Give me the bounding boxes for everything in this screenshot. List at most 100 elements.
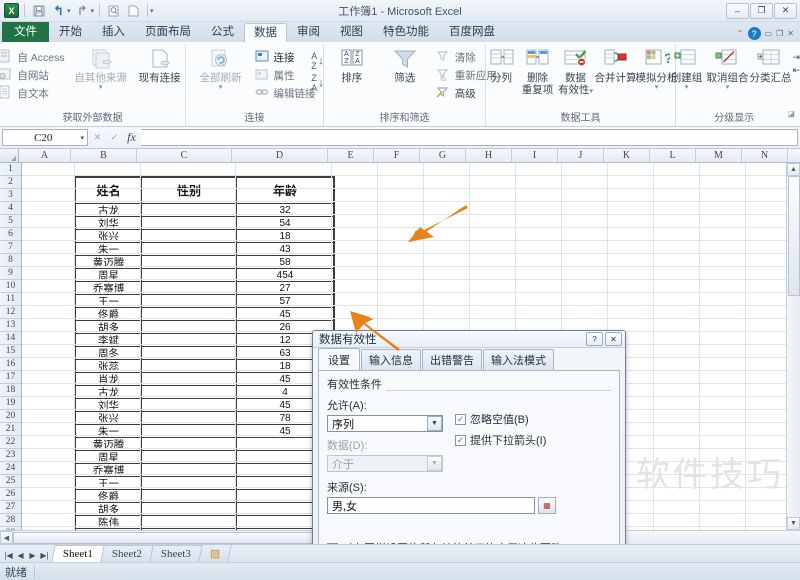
ribbon-close-icon[interactable]: ✕ <box>787 29 794 38</box>
ribbon-restore-icon[interactable]: ❐ <box>776 29 783 38</box>
ribbon-restore-down-icon[interactable]: ▭ <box>765 29 773 38</box>
table-cell-gender[interactable] <box>142 308 237 321</box>
table-row[interactable]: 朱一 45 <box>76 425 333 438</box>
table-cell-gender[interactable] <box>142 204 237 217</box>
dialog-launcher-icon[interactable]: ◪ <box>787 109 795 118</box>
ribbon-tab-data[interactable]: 数据 <box>244 23 287 43</box>
first-sheet-button[interactable]: |◀ <box>3 551 14 560</box>
row-header-23[interactable]: 23 <box>0 449 21 462</box>
row-header-27[interactable]: 27 <box>0 501 21 514</box>
table-cell-gender[interactable] <box>142 451 237 464</box>
table-cell-name[interactable]: 朱一 <box>76 243 142 256</box>
table-cell-age[interactable]: 32 <box>237 204 333 217</box>
column-header-J[interactable]: J <box>558 149 604 162</box>
vertical-scroll-thumb[interactable] <box>787 176 800 296</box>
table-cell-name[interactable]: 王一 <box>76 295 142 308</box>
sheet-tab-sheet2[interactable]: Sheet2 <box>100 545 154 562</box>
table-cell-gender[interactable] <box>142 529 237 530</box>
table-row[interactable]: 张蕊 18 <box>76 360 333 373</box>
row-header-28[interactable]: 28 <box>0 514 21 527</box>
row-header-6[interactable]: 6 <box>0 228 21 241</box>
sort-button[interactable]: AZZA 排序 <box>327 48 377 84</box>
data-table[interactable]: 姓名 性别 年龄 古龙 32 刘华 54 张兴 18 朱一 43 黄迈腾 58 周星 454 乔赛博 27 王一 5… <box>74 176 335 530</box>
column-header-D[interactable]: D <box>232 149 328 162</box>
table-row[interactable]: 周星 454 <box>76 269 333 282</box>
properties-button[interactable]: 属性 <box>254 67 317 83</box>
prev-sheet-button[interactable]: ◀ <box>15 551 26 560</box>
table-cell-gender[interactable] <box>142 516 237 529</box>
table-cell-gender[interactable] <box>142 464 237 477</box>
sort-ascending-button[interactable]: A Z ↓ <box>311 51 324 71</box>
table-row[interactable]: 古龙 4 <box>76 386 333 399</box>
table-cell-age[interactable]: 54 <box>237 217 333 230</box>
table-cell-gender[interactable] <box>142 230 237 243</box>
dialog-help-button[interactable]: ? <box>586 332 603 346</box>
table-row[interactable]: 张兴 78 <box>76 412 333 425</box>
save-icon[interactable] <box>30 2 47 19</box>
filter-button[interactable]: 筛选 <box>380 48 430 84</box>
row-header-5[interactable]: 5 <box>0 215 21 228</box>
table-cell-gender[interactable] <box>142 282 237 295</box>
table-row[interactable]: 刘华 54 <box>76 217 333 230</box>
ribbon-tab-insert[interactable]: 插入 <box>92 22 135 42</box>
scroll-left-button[interactable]: ◀ <box>0 531 13 544</box>
table-row[interactable]: 周冬 63 <box>76 347 333 360</box>
ribbon-tab-review[interactable]: 审阅 <box>287 22 330 42</box>
dialog-tab-input-message[interactable]: 输入信息 <box>361 349 421 370</box>
row-header-3[interactable]: 3 <box>0 189 21 202</box>
apply-to-all-checkbox[interactable]: 对有同样设置的所有其他单元格应用这些更改(P) <box>327 540 611 544</box>
row-header-4[interactable]: 4 <box>0 202 21 215</box>
next-sheet-button[interactable]: ▶ <box>27 551 38 560</box>
table-row[interactable]: 佟爵 <box>76 490 333 503</box>
sheet-tab-sheet3[interactable]: Sheet3 <box>149 545 203 562</box>
table-cell-gender[interactable] <box>142 399 237 412</box>
table-cell-name[interactable]: 古龙 <box>76 204 142 217</box>
dialog-tab-ime-mode[interactable]: 输入法模式 <box>483 349 554 370</box>
table-row[interactable]: 肖龙 45 <box>76 373 333 386</box>
table-row[interactable]: 刘博 <box>76 529 333 530</box>
row-header-24[interactable]: 24 <box>0 462 21 475</box>
table-cell-gender[interactable] <box>142 334 237 347</box>
ungroup-button[interactable]: 取消组合 ▾ <box>706 48 748 91</box>
sheet-tab-sheet1[interactable]: Sheet1 <box>51 545 105 562</box>
table-row[interactable]: 佟爵 45 <box>76 308 333 321</box>
scroll-down-button[interactable]: ▼ <box>787 517 800 530</box>
new-sheet-icon[interactable]: ▨ <box>197 544 233 562</box>
table-cell-name[interactable]: 张蕊 <box>76 360 142 373</box>
table-row[interactable]: 张兴 18 <box>76 230 333 243</box>
table-cell-name[interactable]: 周星 <box>76 269 142 282</box>
row-header-16[interactable]: 16 <box>0 358 21 371</box>
chevron-down-icon[interactable]: ▾ <box>726 84 730 91</box>
table-row[interactable]: 黄迈腾 58 <box>76 256 333 269</box>
row-header-14[interactable]: 14 <box>0 332 21 345</box>
table-cell-gender[interactable] <box>142 295 237 308</box>
sort-descending-button[interactable]: Z A ↓ <box>311 73 324 93</box>
table-cell-age[interactable]: 45 <box>237 308 333 321</box>
column-header-I[interactable]: I <box>512 149 558 162</box>
connections-button[interactable]: 连接 <box>254 49 317 65</box>
data-validation-button[interactable]: 数据 有效性▾ <box>557 48 595 96</box>
close-button[interactable]: ✕ <box>774 2 797 19</box>
table-cell-age[interactable]: 454 <box>237 269 333 282</box>
table-cell-gender[interactable] <box>142 412 237 425</box>
existing-connections-button[interactable]: 现有连接 <box>132 48 188 84</box>
insert-function-icon[interactable]: fx <box>124 130 139 146</box>
select-all-corner[interactable] <box>0 149 19 162</box>
horizontal-scroll-thumb[interactable] <box>13 531 343 544</box>
chevron-down-icon[interactable]: ▾ <box>99 84 103 91</box>
table-cell-name[interactable]: 乔赛博 <box>76 464 142 477</box>
column-header-C[interactable]: C <box>137 149 232 162</box>
help-icon[interactable]: ? <box>747 27 761 40</box>
table-cell-name[interactable]: 周冬 <box>76 347 142 360</box>
table-cell-name[interactable]: 黄迈腾 <box>76 438 142 451</box>
last-sheet-button[interactable]: ▶| <box>39 551 50 560</box>
allow-select[interactable]: 序列 ▼ <box>327 415 443 432</box>
row-header-1[interactable]: 1 <box>0 163 21 176</box>
table-cell-name[interactable]: 刘华 <box>76 217 142 230</box>
column-header-N[interactable]: N <box>742 149 788 162</box>
row-header-19[interactable]: 19 <box>0 397 21 410</box>
table-cell-name[interactable]: 佟爵 <box>76 490 142 503</box>
table-row[interactable]: 乔赛博 27 <box>76 282 333 295</box>
edit-links-button[interactable]: 编辑链接 <box>254 85 317 101</box>
table-row[interactable]: 黄迈腾 <box>76 438 333 451</box>
